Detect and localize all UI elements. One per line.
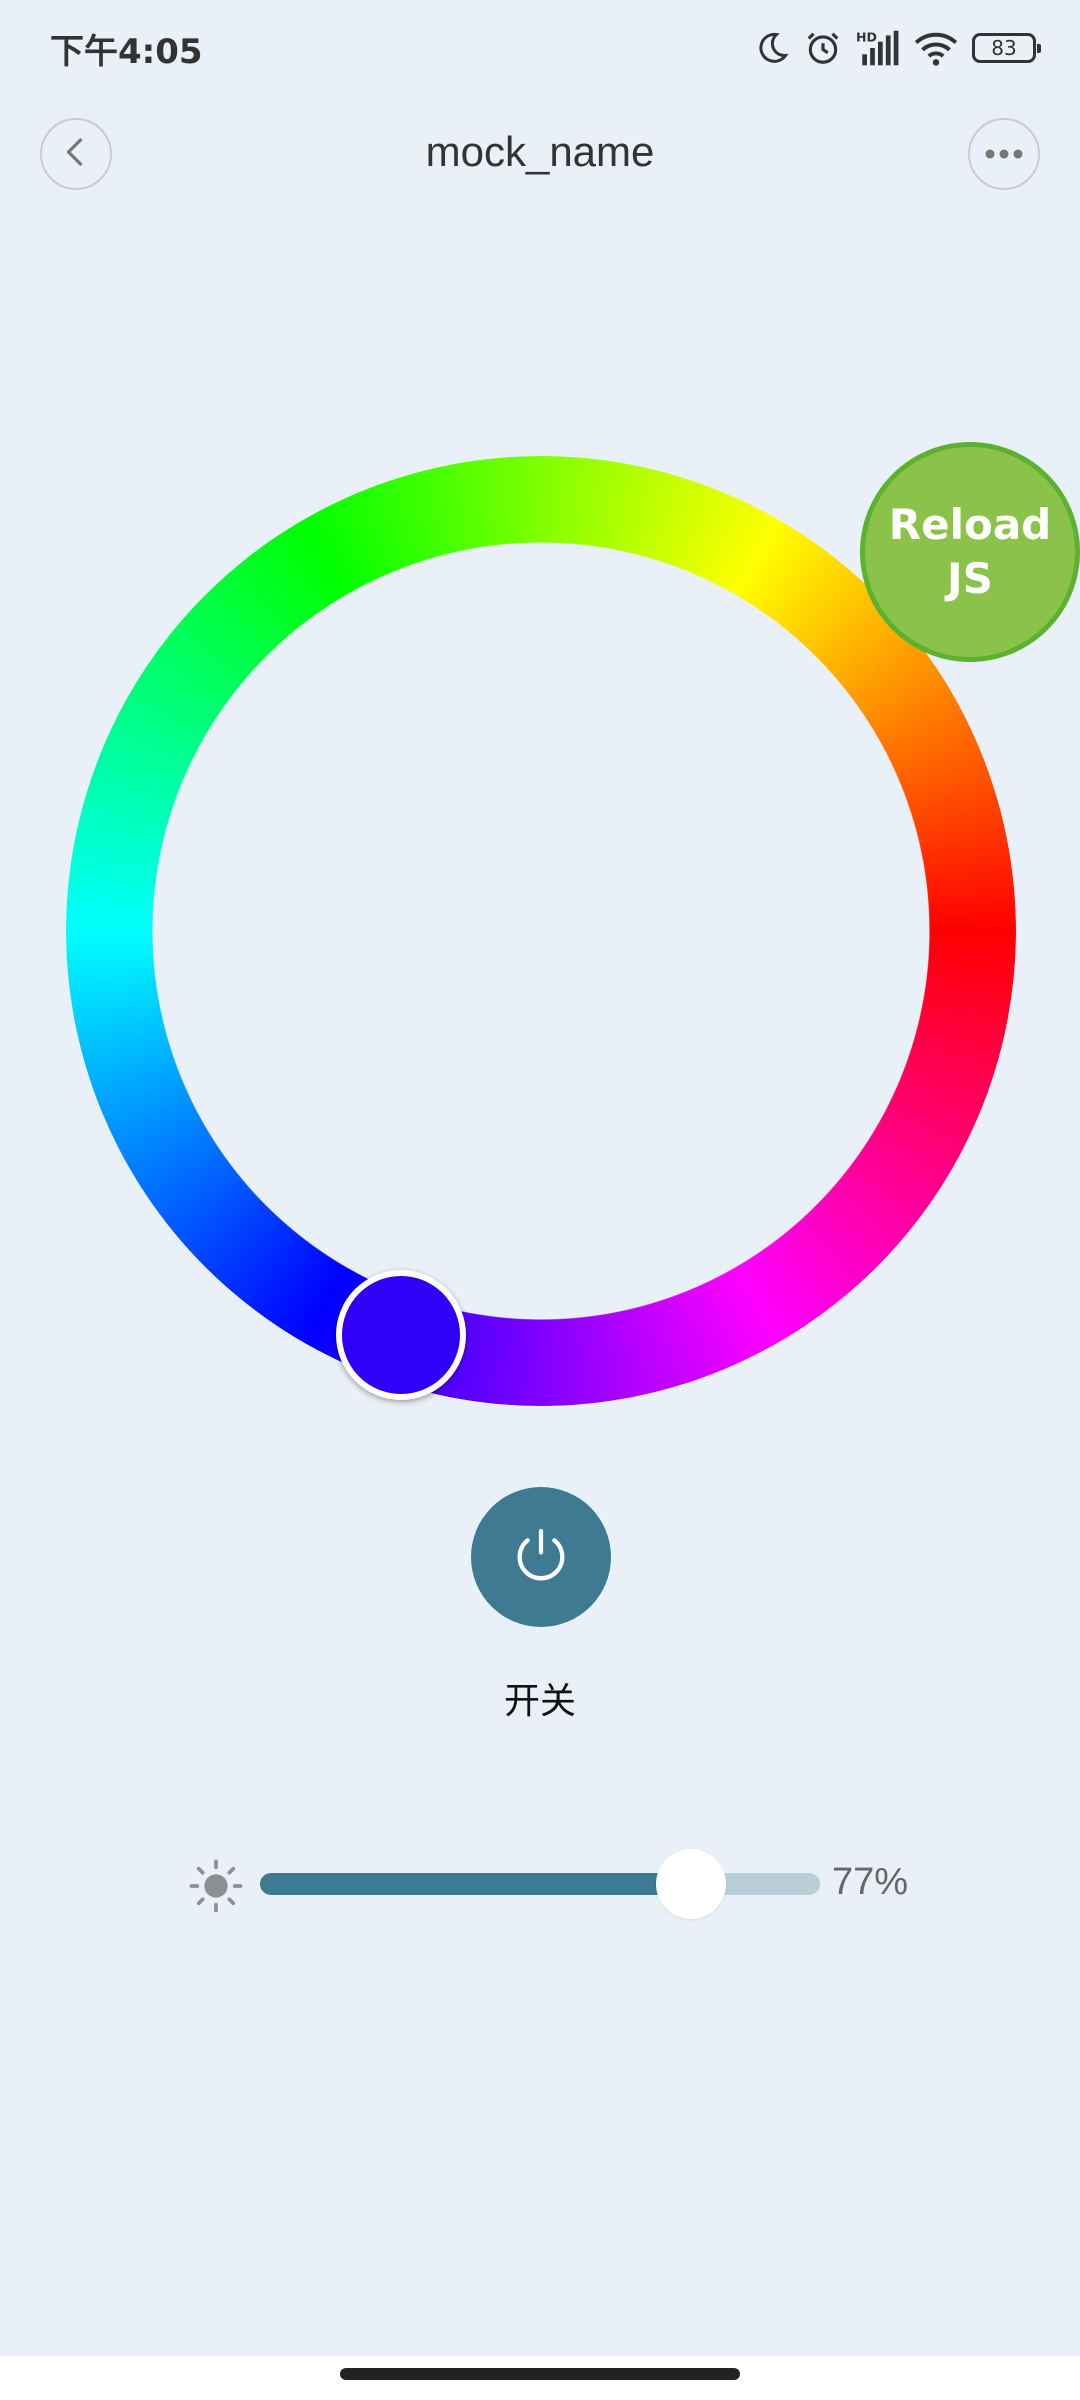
battery-icon: 83 bbox=[972, 33, 1041, 63]
brightness-value: 77% bbox=[832, 1861, 909, 1903]
sun-icon bbox=[188, 1858, 244, 1914]
battery-level: 83 bbox=[991, 36, 1017, 60]
brightness-slider-thumb[interactable] bbox=[656, 1849, 726, 1919]
power-label: 开关 bbox=[503, 1681, 576, 1722]
brightness-slider[interactable] bbox=[260, 1849, 820, 1919]
more-dots-icon bbox=[982, 145, 1026, 164]
power-icon bbox=[509, 1523, 573, 1591]
more-button[interactable] bbox=[968, 118, 1040, 190]
wifi-icon bbox=[914, 30, 958, 66]
reload-js-line2: JS bbox=[947, 554, 993, 603]
moon-icon bbox=[754, 30, 790, 66]
color-wheel-thumb[interactable] bbox=[336, 1270, 466, 1400]
status-icons: HD 83 bbox=[754, 26, 1041, 70]
power-button[interactable] bbox=[471, 1487, 611, 1627]
home-indicator[interactable] bbox=[340, 2368, 740, 2380]
header: mock_name bbox=[0, 110, 1080, 206]
hd-signal-icon: HD bbox=[856, 29, 900, 67]
alarm-icon bbox=[804, 29, 842, 67]
status-time: 下午4:05 bbox=[50, 32, 203, 72]
page-title: mock_name bbox=[425, 128, 655, 175]
status-bar: 下午4:05 HD 83 bbox=[0, 0, 1080, 96]
reload-js-button[interactable]: Reload JS bbox=[860, 442, 1080, 662]
brightness-slider-fill bbox=[260, 1873, 691, 1895]
svg-text:HD: HD bbox=[856, 30, 877, 45]
reload-js-line1: Reload bbox=[888, 500, 1052, 549]
